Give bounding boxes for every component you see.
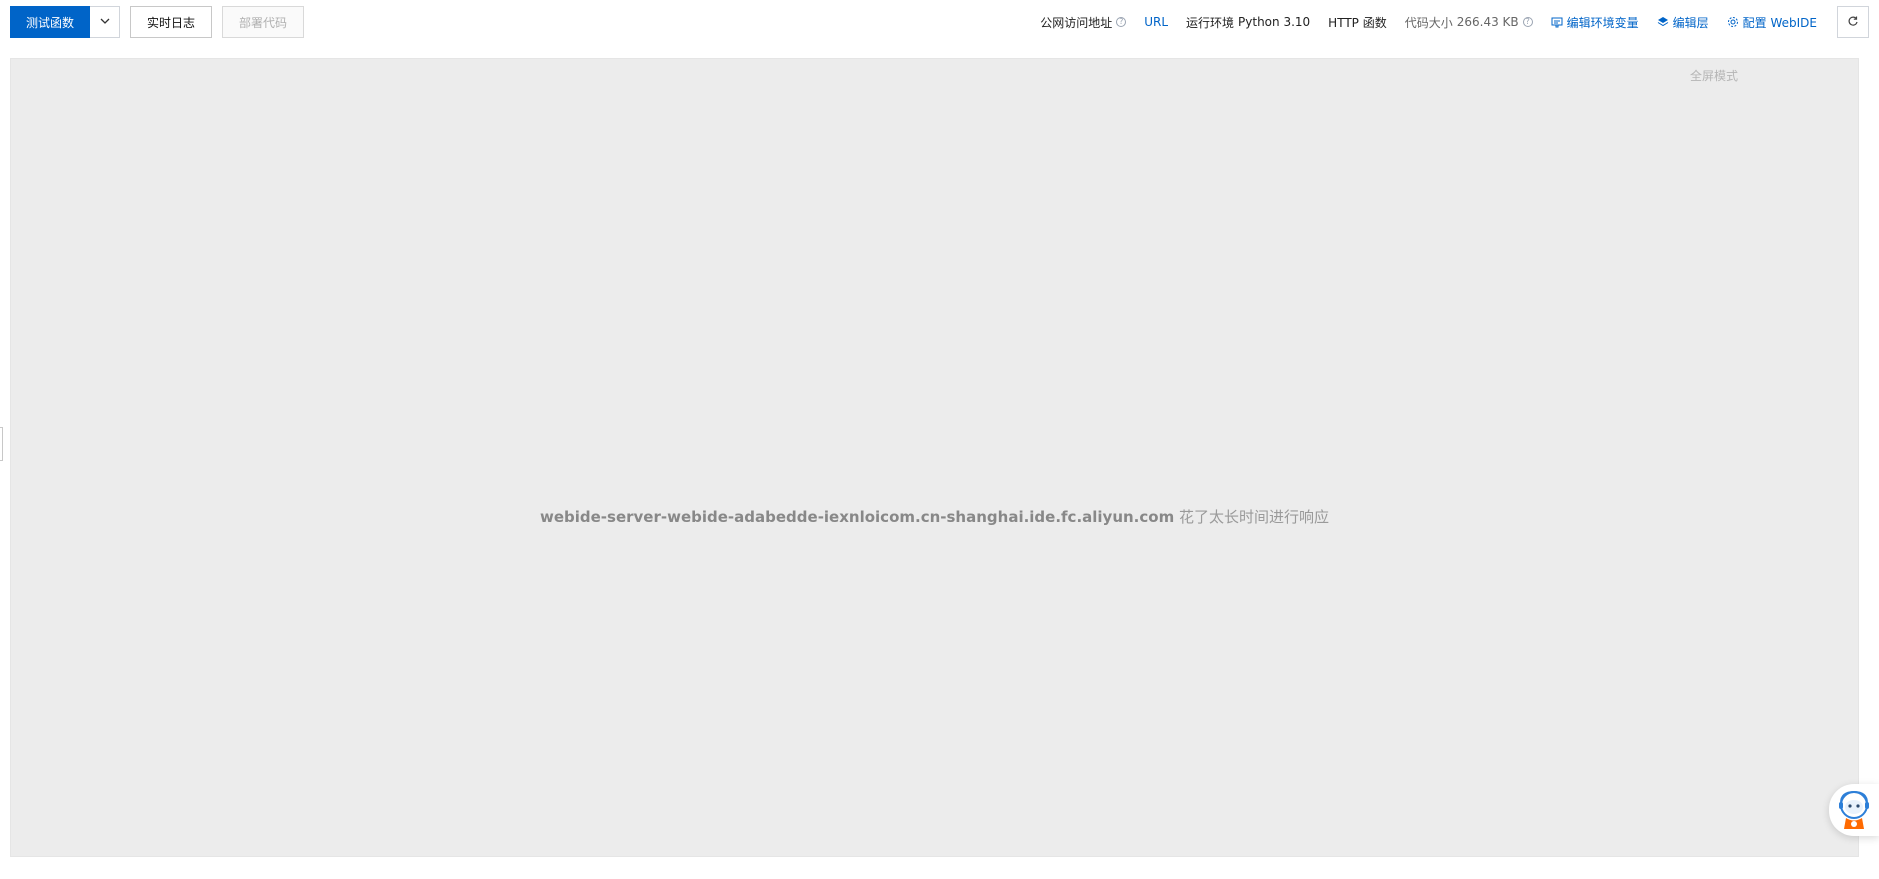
edit-layer-label: 编辑层 (1672, 15, 1709, 30)
trigger-type: HTTP 函数 (1328, 15, 1387, 30)
url-link[interactable]: URL (1144, 15, 1168, 29)
layers-icon (1657, 16, 1669, 28)
config-webide-label: 配置 WebIDE (1742, 15, 1817, 30)
error-suffix: 花了太长时间进行响应 (1179, 508, 1330, 526)
runtime-label: 运行环境 (1186, 15, 1235, 30)
edit-env-link-wrap: 编辑环境变量 (1551, 14, 1639, 31)
edit-env-vars-link[interactable]: 编辑环境变量 (1551, 14, 1639, 31)
edit-env-vars-label: 编辑环境变量 (1566, 15, 1639, 30)
code-size-label: 代码大小 (1404, 15, 1453, 30)
trigger-type-info: HTTP 函数 (1328, 14, 1387, 31)
deploy-code-button[interactable]: 部署代码 (222, 6, 305, 38)
function-info-bar: 公网访问地址 ? URL 运行环境 Python 3.10 HTTP 函数 代码… (1022, 6, 1869, 38)
config-webide-link[interactable]: 配置 WebIDE (1727, 14, 1817, 31)
code-size-info: 代码大小 266.43 KB ? (1405, 14, 1533, 31)
runtime-value: Python 3.10 (1238, 15, 1311, 29)
page: 测试函数 实时日志 部署代码 公网访问地址 ? URL 运行环境 Python … (0, 0, 1879, 879)
error-host: webide-server-webide-adabedde-iexnloicom… (539, 508, 1175, 526)
webide-frame: 全屏模式 webide-server-webide-adabedde-iexnl… (10, 58, 1859, 857)
test-function-dropdown-button[interactable] (90, 6, 121, 38)
edit-layer-link[interactable]: 编辑层 (1657, 14, 1709, 31)
url-link-wrap: URL (1144, 15, 1168, 29)
fullscreen-mode-button[interactable]: 全屏模式 (1690, 67, 1738, 84)
test-function-split-button: 测试函数 (10, 6, 121, 38)
gear-icon (1727, 16, 1739, 28)
config-webide-link-wrap: 配置 WebIDE (1727, 14, 1817, 31)
refresh-icon (1847, 15, 1859, 30)
assistant-robot-icon (1834, 787, 1874, 834)
test-function-button[interactable]: 测试函数 (10, 6, 91, 38)
refresh-button[interactable] (1837, 6, 1869, 38)
top-toolbar: 测试函数 实时日志 部署代码 公网访问地址 ? URL 运行环境 Python … (0, 0, 1879, 44)
code-size-value: 266.43 KB (1456, 15, 1519, 29)
assistant-avatar-button[interactable] (1829, 784, 1879, 836)
chevron-down-icon (99, 15, 111, 30)
sidebar-collapse-handle[interactable] (0, 427, 3, 461)
realtime-log-button[interactable]: 实时日志 (130, 6, 213, 38)
question-circle-icon[interactable]: ? (1522, 17, 1533, 27)
public-url-label: 公网访问地址 (1040, 15, 1113, 30)
public-url-info: 公网访问地址 ? (1040, 14, 1127, 31)
env-vars-icon (1551, 16, 1563, 28)
runtime-info: 运行环境 Python 3.10 (1186, 14, 1310, 31)
connection-timeout-message: webide-server-webide-adabedde-iexnloicom… (11, 506, 1858, 527)
question-circle-icon[interactable]: ? (1116, 17, 1127, 27)
edit-layer-link-wrap: 编辑层 (1657, 14, 1709, 31)
